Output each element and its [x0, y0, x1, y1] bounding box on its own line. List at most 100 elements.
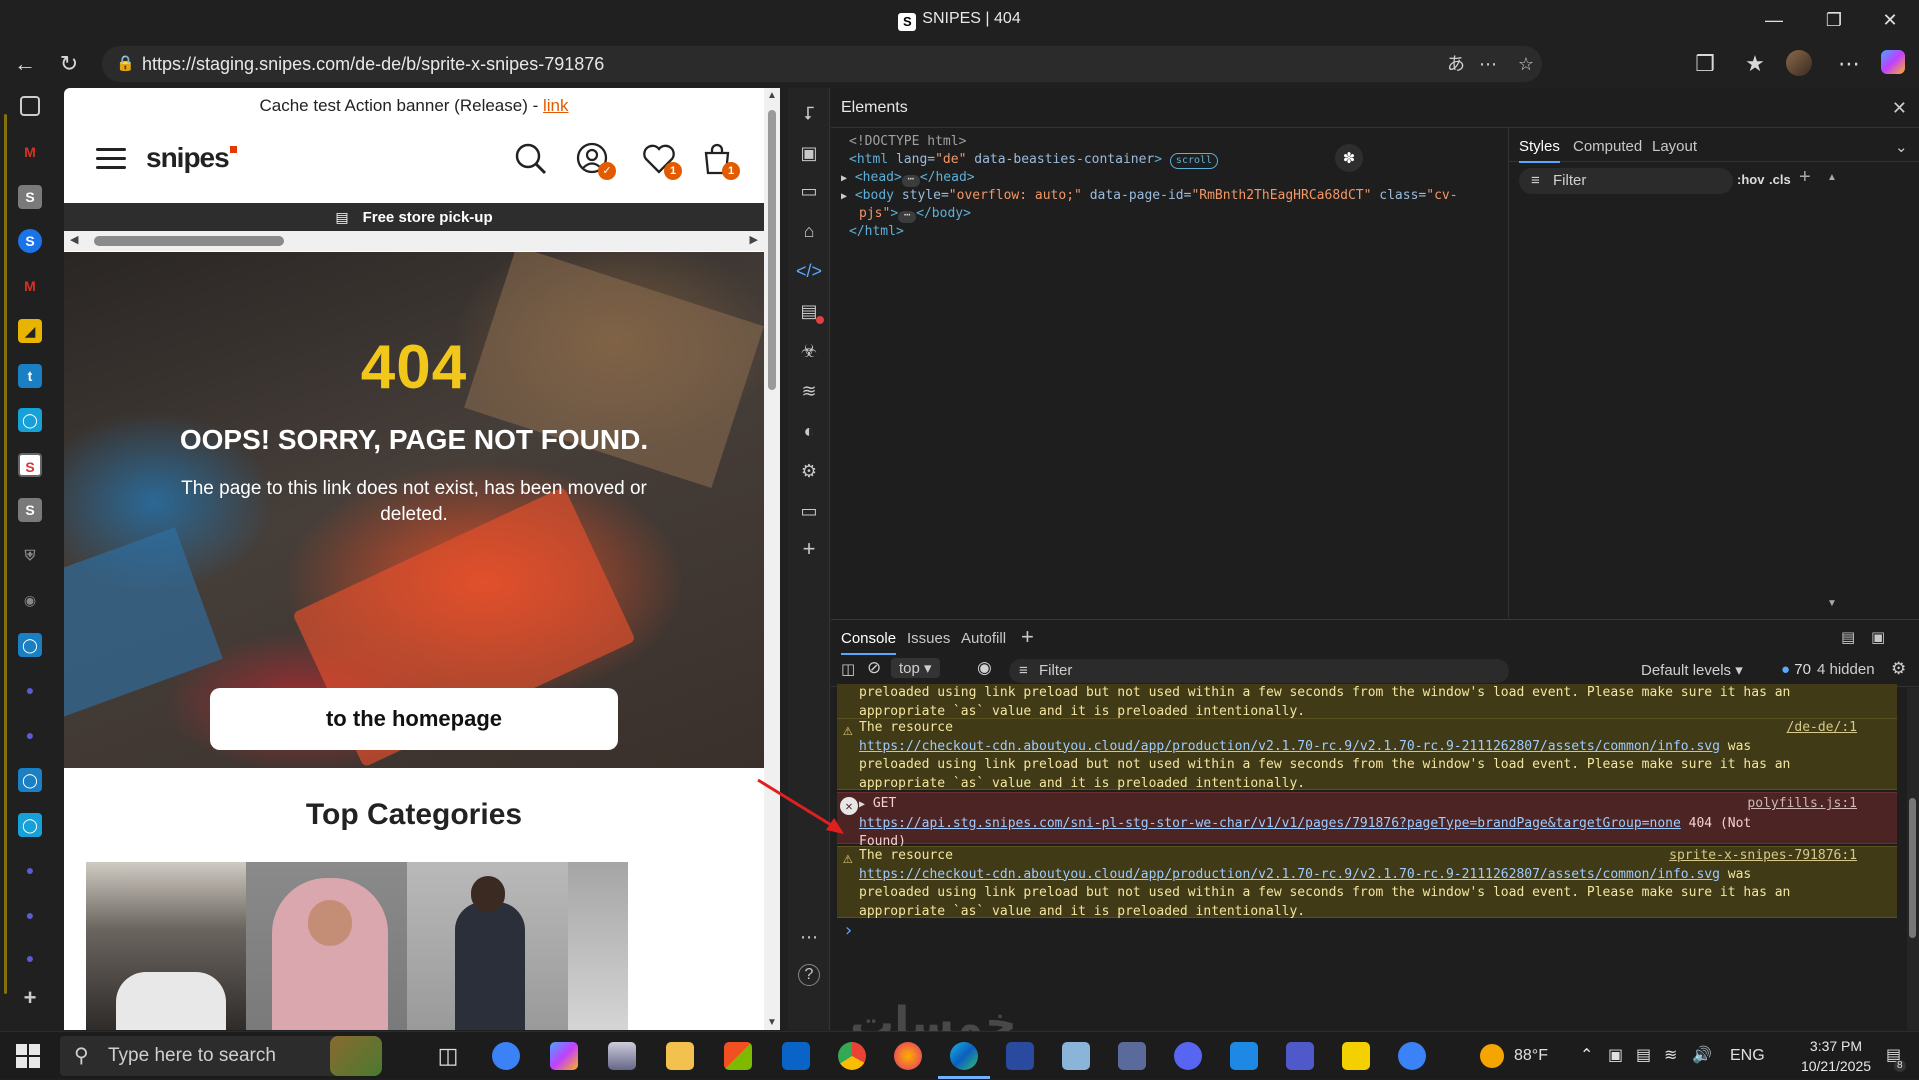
hov-toggle[interactable]: :hov	[1737, 172, 1764, 187]
firefox-icon[interactable]	[894, 1042, 922, 1070]
taskbar-search-box[interactable]: ⚲ Type here to search	[60, 1036, 360, 1076]
performance-gauge-icon[interactable]: ◐	[796, 418, 822, 444]
sidebar-toggle-icon[interactable]: ◫	[841, 660, 855, 678]
application-window-icon[interactable]: ▭	[796, 498, 822, 524]
scroll-left-arrow-icon[interactable]: ◀	[70, 233, 78, 246]
snipes-active-tab-icon[interactable]: S	[18, 453, 42, 477]
page-scroll-thumb[interactable]	[768, 110, 776, 390]
tab-autofill[interactable]: Autofill	[961, 630, 1006, 647]
discord-tab-icon[interactable]: ●	[18, 678, 42, 702]
site-tab-icon[interactable]: S	[18, 229, 42, 253]
gmail-tab-icon[interactable]: M	[18, 140, 42, 164]
tab-actions-icon[interactable]	[20, 96, 40, 116]
more-tools-plus-icon[interactable]: +	[796, 536, 822, 562]
chrome-icon[interactable]	[838, 1042, 866, 1070]
horizontal-scrollbar[interactable]: ◀ ▶	[64, 231, 764, 251]
settings-gear-icon[interactable]: ⚙	[796, 458, 822, 484]
gmail-tab-icon-2[interactable]: M	[18, 274, 42, 298]
minimize-button[interactable]: —	[1754, 6, 1794, 34]
calculator-icon[interactable]	[1118, 1042, 1146, 1070]
discord-icon[interactable]	[1174, 1042, 1202, 1070]
taskbar-app-icon[interactable]	[1006, 1042, 1034, 1070]
clear-console-icon[interactable]: ⊘	[867, 658, 881, 678]
reading-mode-icon[interactable]: ⋯	[1474, 52, 1502, 76]
more-menu-icon[interactable]: ⋯	[1834, 50, 1864, 78]
category-image[interactable]	[407, 862, 575, 1030]
styles-chevron-down-icon[interactable]: ⌄	[1895, 138, 1908, 156]
reload-icon[interactable]: ↻	[54, 50, 84, 78]
input-language[interactable]: ENG	[1730, 1032, 1765, 1080]
more-options-icon[interactable]: ⋯	[796, 924, 822, 950]
message-source-link[interactable]: sprite-x-snipes-791876:1	[1669, 847, 1857, 866]
tab-issues[interactable]: Issues	[907, 630, 950, 647]
api-request-link[interactable]: https://api.stg.snipes.com/sni-pl-stg-st…	[859, 816, 1681, 831]
microsoft-store-icon[interactable]	[724, 1042, 752, 1070]
console-scroll-thumb[interactable]	[1909, 798, 1916, 938]
console-warning[interactable]: preloaded using link preload but not use…	[837, 684, 1897, 720]
tab-console[interactable]: Console	[841, 630, 897, 655]
styles-filter-input[interactable]: ≡ Filter	[1519, 168, 1733, 194]
scroll-badge[interactable]: scroll	[1169, 153, 1219, 169]
resource-link[interactable]: https://checkout-cdn.aboutyou.cloud/app/…	[859, 739, 1720, 754]
close-drawer-icon[interactable]: ▣	[1871, 628, 1885, 646]
category-image[interactable]	[568, 862, 628, 1030]
notifications-icon[interactable]: ▤ 8	[1886, 1032, 1906, 1080]
favorites-icon[interactable]: ★	[1740, 50, 1770, 78]
globe-tab-icon[interactable]: ◉	[18, 588, 42, 612]
task-view-icon[interactable]: ◫	[434, 1042, 462, 1070]
extensions-icon[interactable]: ❒	[1690, 50, 1720, 78]
maximize-button[interactable]: ❐	[1814, 6, 1854, 34]
horizontal-scroll-thumb[interactable]	[94, 236, 284, 246]
issues-count-badge[interactable]: ● 70	[1781, 661, 1811, 678]
taskbar-app-icon[interactable]	[492, 1042, 520, 1070]
new-tab-plus-icon[interactable]: +	[18, 986, 42, 1010]
message-source-link[interactable]: /de-de/:1	[1787, 719, 1857, 738]
taskbar-app-icon[interactable]	[608, 1042, 636, 1070]
wifi-icon[interactable]: ≋	[1664, 1032, 1677, 1080]
message-source-link[interactable]: polyfills.js:1	[1747, 795, 1857, 814]
category-image[interactable]	[246, 862, 414, 1030]
wishlist-icon[interactable]: 1	[642, 142, 682, 180]
notes-tab-icon[interactable]: ◢	[18, 319, 42, 343]
html-node[interactable]: <html lang="de" data-beasties-container>…	[849, 152, 1219, 169]
device-emulation-icon[interactable]: ▣	[796, 140, 822, 166]
t-tab-icon[interactable]: t	[18, 364, 42, 388]
profile-avatar[interactable]	[1784, 50, 1814, 78]
app-tab-icon-3[interactable]: ◯	[18, 768, 42, 792]
sources-bug-icon[interactable]: ☣	[796, 338, 822, 364]
snipes-tab-icon-2[interactable]: S	[18, 498, 42, 522]
console-prompt-chevron-icon[interactable]: ›	[843, 920, 854, 941]
search-highlight-image[interactable]	[330, 1036, 382, 1076]
live-expression-eye-icon[interactable]: ◉	[977, 658, 992, 678]
page-vertical-scrollbar[interactable]: ▲ ▼	[764, 88, 780, 1030]
cls-toggle[interactable]: .cls	[1769, 172, 1791, 187]
favorite-star-icon[interactable]: ☆	[1512, 52, 1540, 76]
elements-code-icon[interactable]: </>	[796, 258, 822, 284]
tab-styles[interactable]: Styles	[1519, 138, 1560, 163]
console-warning[interactable]: ⚠ The resource sprite-x-snipes-791876:1 …	[837, 846, 1897, 919]
banner-link[interactable]: link	[543, 96, 569, 115]
sticky-notes-icon[interactable]	[1342, 1042, 1370, 1070]
styles-scroll-up-icon[interactable]: ▲	[1827, 172, 1837, 183]
console-scrollbar[interactable]	[1907, 688, 1919, 1030]
resource-link[interactable]: https://checkout-cdn.aboutyou.cloud/app/…	[859, 867, 1720, 882]
network-wifi-icon[interactable]: ≋	[796, 378, 822, 404]
console-warning[interactable]: ⚠ The resource /de-de/:1 https://checkou…	[837, 718, 1897, 791]
tray-chevron-up-icon[interactable]: ⌃	[1580, 1032, 1593, 1080]
weather-sun-icon[interactable]	[1480, 1044, 1504, 1068]
translate-icon[interactable]: あ	[1442, 52, 1470, 76]
app-tab-icon-4[interactable]: ◯	[18, 813, 42, 837]
tab-layout[interactable]: Layout	[1652, 138, 1697, 155]
taskbar-app-icon[interactable]	[1062, 1042, 1090, 1070]
taskbar-app-icon[interactable]	[1230, 1042, 1258, 1070]
close-window-button[interactable]: ✕	[1870, 6, 1910, 34]
body-node[interactable]: ▶ <body style="overflow: auto;" data-pag…	[841, 188, 1458, 203]
shield-tab-icon[interactable]: ⛨	[18, 543, 42, 567]
volume-icon[interactable]: 🔊	[1692, 1032, 1712, 1080]
console-filter-input[interactable]: ≡ Filter	[1009, 659, 1509, 683]
category-image[interactable]	[86, 862, 254, 1030]
styles-scroll-down-icon[interactable]: ▼	[1827, 598, 1837, 609]
cart-icon[interactable]: 1	[700, 142, 740, 180]
windows-start-icon[interactable]	[16, 1044, 40, 1068]
edge-icon[interactable]	[950, 1042, 978, 1070]
